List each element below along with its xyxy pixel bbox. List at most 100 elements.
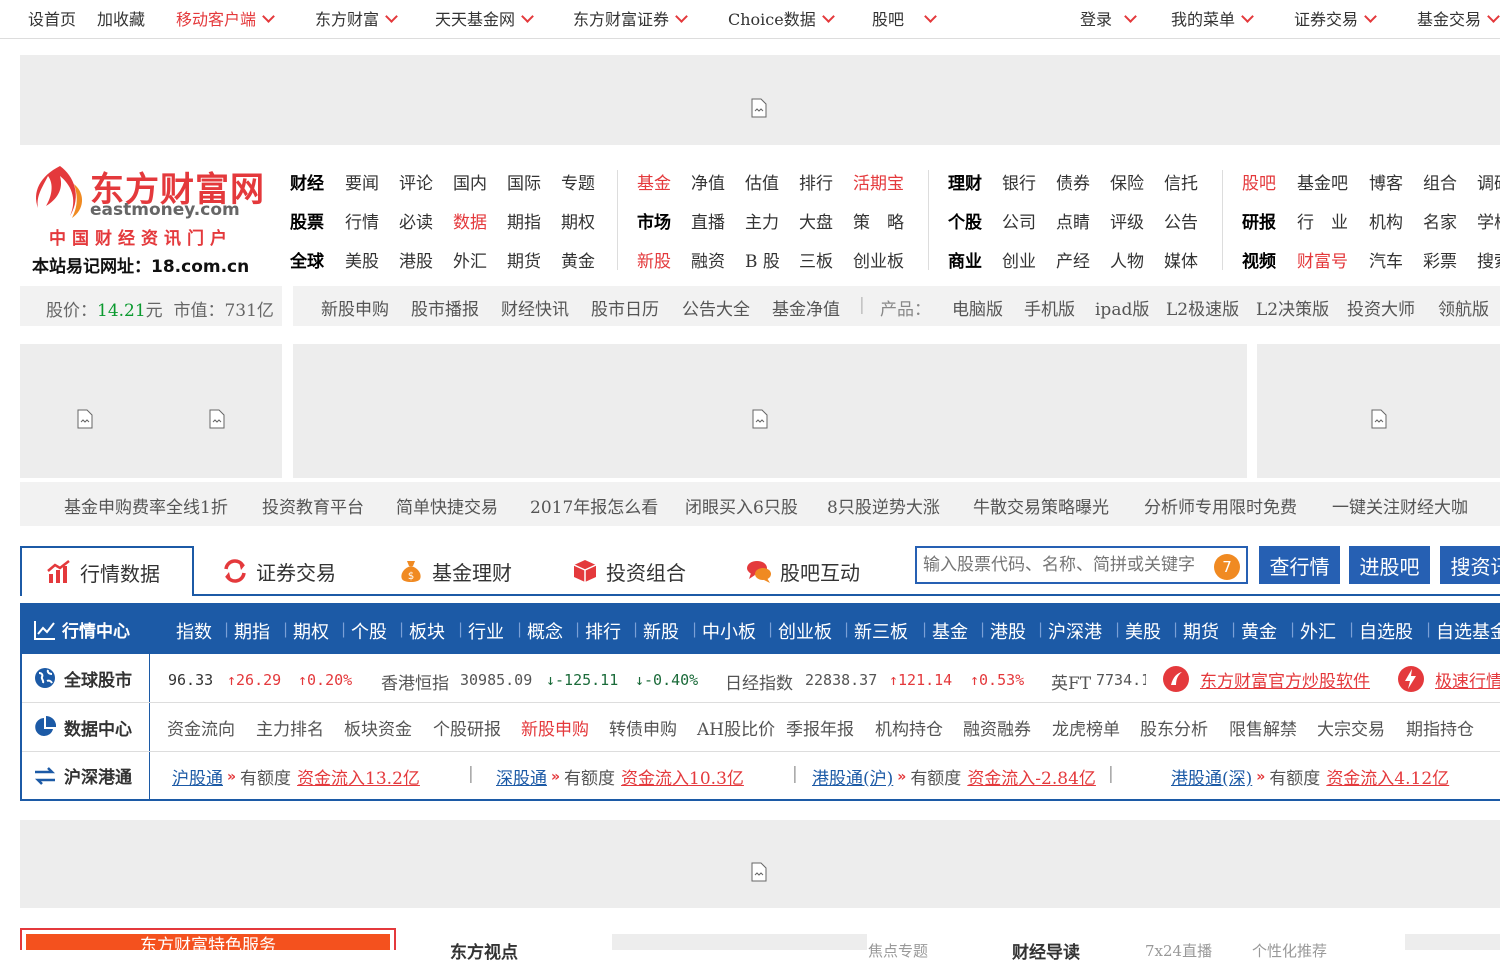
data-center-link-5[interactable]: 转债申购 xyxy=(609,715,677,740)
add-favorite-link[interactable]: 加收藏 xyxy=(97,6,145,30)
nav-g1-1-1[interactable]: 行情 xyxy=(345,208,379,233)
tab-fund-finance[interactable]: $ 基金理财 xyxy=(398,546,512,596)
product-link-5[interactable]: 投资大师 xyxy=(1347,295,1415,320)
promo-link-2[interactable]: 简单快捷交易 xyxy=(396,493,498,518)
data-center-link-10[interactable]: 龙虎榜单 xyxy=(1052,715,1120,740)
nav-g2-2-0[interactable]: 新股 xyxy=(637,247,671,272)
nav-g1-0-2[interactable]: 评论 xyxy=(399,169,433,194)
nav-g3-2-1[interactable]: 创业 xyxy=(1002,247,1036,272)
promo-link-6[interactable]: 牛散交易策略曝光 xyxy=(973,493,1109,518)
nav-g3-0-3[interactable]: 保险 xyxy=(1110,169,1144,194)
eastmoney-viewpoint-title[interactable]: 东方视点 xyxy=(450,938,518,963)
hsgt-name-3[interactable]: 港股通(深) xyxy=(1171,764,1252,789)
finance-guide-title[interactable]: 财经导读 xyxy=(1012,938,1080,963)
nav-g2-0-3[interactable]: 排行 xyxy=(799,169,833,194)
market-center-link-14[interactable]: 沪深港 xyxy=(1048,618,1102,644)
nav-g2-0-1[interactable]: 净值 xyxy=(691,169,725,194)
market-center-link-7[interactable]: 排行 xyxy=(585,618,621,644)
nav-g2-1-1[interactable]: 直播 xyxy=(691,208,725,233)
nav-g2-1-4[interactable]: 策 略 xyxy=(853,208,904,233)
hsgt-header[interactable]: 沪深港通 xyxy=(22,752,149,799)
hsgt-flow-1[interactable]: 资金流入10.3亿 xyxy=(621,764,744,789)
data-center-link-1[interactable]: 主力排名 xyxy=(256,715,324,740)
market-center-link-13[interactable]: 港股 xyxy=(990,618,1026,644)
personal-recommend-title[interactable]: 个性化推荐 xyxy=(1252,940,1327,961)
promo-link-8[interactable]: 一键关注财经大咖 xyxy=(1332,493,1468,518)
quick-link-5[interactable]: 基金净值 xyxy=(772,295,840,320)
data-center-link-13[interactable]: 大宗交易 xyxy=(1317,715,1385,740)
nav-g3-2-4[interactable]: 媒体 xyxy=(1164,247,1198,272)
nav-g3-0-2[interactable]: 债券 xyxy=(1056,169,1090,194)
nav-g1-0-5[interactable]: 专题 xyxy=(561,169,595,194)
tab-guba-interact[interactable]: 股吧互动 xyxy=(746,546,860,596)
market-center-header[interactable]: 行情中心 xyxy=(22,605,149,654)
nav-g2-2-3[interactable]: 三板 xyxy=(799,247,833,272)
data-center-link-6[interactable]: AH股比价 xyxy=(697,715,775,740)
market-center-link-20[interactable]: 自选基金 xyxy=(1436,618,1500,644)
promo-link-5[interactable]: 8只股逆势大涨 xyxy=(827,493,940,518)
nav-g3-1-2[interactable]: 点睛 xyxy=(1056,208,1090,233)
index-name-hsi[interactable]: 香港恒指 xyxy=(381,669,449,694)
nav-g4-2-2[interactable]: 汽车 xyxy=(1369,247,1403,272)
nav-g1-2-3[interactable]: 外汇 xyxy=(453,247,487,272)
market-center-link-1[interactable]: 期指 xyxy=(234,618,270,644)
product-link-3[interactable]: L2极速版 xyxy=(1166,295,1239,320)
market-center-link-2[interactable]: 期权 xyxy=(293,618,329,644)
nav-g1-0-4[interactable]: 国际 xyxy=(507,169,541,194)
nav-g4-2-3[interactable]: 彩票 xyxy=(1423,247,1457,272)
nav-g1-0-0[interactable]: 财经 xyxy=(290,169,324,194)
nav-g4-0-0[interactable]: 股吧 xyxy=(1242,169,1276,194)
nav-g1-2-5[interactable]: 黄金 xyxy=(561,247,595,272)
quick-link-4[interactable]: 公告大全 xyxy=(682,295,750,320)
index-name-ftse[interactable]: 英FT xyxy=(1051,669,1091,694)
news-search-button[interactable]: 搜资讯 xyxy=(1440,546,1500,584)
search-box[interactable]: 7 xyxy=(915,546,1248,584)
nav-g3-2-2[interactable]: 产经 xyxy=(1056,247,1090,272)
menu-eastmoney[interactable]: 东方财富 xyxy=(315,6,398,30)
nav-g1-1-3[interactable]: 数据 xyxy=(453,208,487,233)
nav-g3-0-1[interactable]: 银行 xyxy=(1002,169,1036,194)
market-center-link-18[interactable]: 外汇 xyxy=(1300,618,1336,644)
nav-g1-2-2[interactable]: 港股 xyxy=(399,247,433,272)
market-center-link-15[interactable]: 美股 xyxy=(1125,618,1161,644)
data-center-link-14[interactable]: 期指持仓 xyxy=(1406,715,1474,740)
nav-g3-1-3[interactable]: 评级 xyxy=(1110,208,1144,233)
fast-quote-link[interactable]: 极速行情 xyxy=(1397,665,1500,693)
set-homepage-link[interactable]: 设首页 xyxy=(28,6,76,30)
product-link-4[interactable]: L2决策版 xyxy=(1256,295,1329,320)
nav-g2-0-2[interactable]: 估值 xyxy=(745,169,779,194)
search-input[interactable] xyxy=(917,548,1207,582)
product-link-2[interactable]: ipad版 xyxy=(1095,295,1149,320)
nav-g1-2-0[interactable]: 全球 xyxy=(290,247,324,272)
data-center-link-2[interactable]: 板块资金 xyxy=(344,715,412,740)
hsgt-name-0[interactable]: 沪股通 xyxy=(172,764,223,789)
nav-g2-0-0[interactable]: 基金 xyxy=(637,169,671,194)
market-center-link-3[interactable]: 个股 xyxy=(351,618,387,644)
nav-g4-0-4[interactable]: 调研 xyxy=(1477,169,1500,194)
product-link-1[interactable]: 手机版 xyxy=(1024,295,1075,320)
hsgt-flow-0[interactable]: 资金流入13.2亿 xyxy=(297,764,420,789)
menu-tiantian-fund[interactable]: 天天基金网 xyxy=(435,6,534,30)
nav-g1-0-1[interactable]: 要闻 xyxy=(345,169,379,194)
nav-g4-0-1[interactable]: 基金吧 xyxy=(1297,169,1348,194)
index-name-nikkei[interactable]: 日经指数 xyxy=(725,669,793,694)
tab-securities-trade[interactable]: 证券交易 xyxy=(222,546,336,596)
search-count-badge[interactable]: 7 xyxy=(1214,554,1240,580)
menu-choice-data[interactable]: Choice数据 xyxy=(728,6,835,30)
market-center-link-0[interactable]: 指数 xyxy=(176,618,212,644)
nav-g3-1-1[interactable]: 公司 xyxy=(1002,208,1036,233)
focus-topics-title[interactable]: 焦点专题 xyxy=(868,940,928,961)
hsgt-flow-2[interactable]: 资金流入-2.84亿 xyxy=(967,764,1096,789)
menu-fund-trade[interactable]: 基金交易 xyxy=(1417,6,1500,30)
nav-g1-0-3[interactable]: 国内 xyxy=(453,169,487,194)
quick-link-0[interactable]: 新股申购 xyxy=(321,295,389,320)
data-center-link-11[interactable]: 股东分析 xyxy=(1140,715,1208,740)
nav-g4-1-3[interactable]: 名家 xyxy=(1423,208,1457,233)
menu-mobile-client[interactable]: 移动客户端 xyxy=(176,6,275,30)
nav-g2-2-1[interactable]: 融资 xyxy=(691,247,725,272)
nav-g1-2-4[interactable]: 期货 xyxy=(507,247,541,272)
market-center-link-11[interactable]: 新三板 xyxy=(854,618,908,644)
nav-g2-2-4[interactable]: 创业板 xyxy=(853,247,904,272)
promo-link-0[interactable]: 基金申购费率全线1折 xyxy=(64,493,228,518)
nav-g1-1-4[interactable]: 期指 xyxy=(507,208,541,233)
